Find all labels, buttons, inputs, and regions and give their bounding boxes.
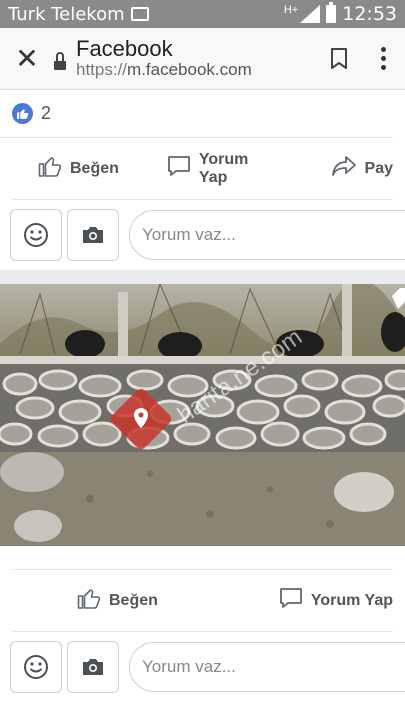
comment-button[interactable]: Yorum Yap (279, 587, 393, 614)
post-card: 2 Beğen Yorum Yap Pay Yorum vaz... (0, 90, 405, 270)
post-actions: Beğen Yorum Yap (12, 570, 393, 632)
comment-input[interactable]: Yorum vaz... (129, 210, 405, 260)
comment-input[interactable]: Yorum vaz... (129, 642, 405, 692)
bookmark-icon[interactable] (317, 47, 361, 70)
camera-icon (83, 659, 103, 675)
more-icon[interactable] (361, 47, 405, 70)
emoji-icon (24, 655, 48, 679)
emoji-button[interactable] (10, 209, 62, 261)
comment-icon (167, 155, 191, 182)
share-label: Pay (364, 159, 393, 177)
comment-label: Yorum Yap (198, 150, 249, 186)
share-button[interactable]: Pay (331, 155, 393, 182)
like-icon (76, 586, 101, 615)
url-host: m.facebook.com (127, 60, 252, 80)
comment-icon (279, 587, 303, 614)
battery-icon (326, 2, 337, 23)
carrier-name: Turk Telekom (8, 3, 125, 25)
camera-button[interactable] (67, 209, 119, 261)
comment-label: Yorum Yap (310, 591, 393, 609)
like-button[interactable]: Beğen (37, 154, 119, 183)
page-title: Facebook (76, 36, 173, 62)
emoji-icon (24, 223, 48, 247)
like-badge-icon (12, 103, 33, 124)
comment-composer: Yorum vaz... (0, 200, 405, 270)
status-bar: Turk Telekom H+ 12:53 (0, 0, 405, 28)
lock-icon (54, 51, 66, 70)
url-scheme: https:// (76, 60, 128, 80)
image-notification-icon (130, 7, 149, 21)
signal-icon (300, 5, 321, 23)
divider (12, 546, 393, 570)
url-display[interactable]: Facebook https://m.facebook.com (76, 36, 317, 80)
like-icon (37, 154, 62, 183)
reactions-summary[interactable]: 2 (0, 90, 393, 138)
camera-icon (83, 227, 103, 243)
post-photo[interactable]: harita.ne.com (0, 284, 405, 546)
like-label: Beğen (70, 159, 119, 177)
comment-composer: Yorum vaz... (0, 632, 405, 702)
like-count: 2 (41, 103, 52, 123)
share-icon (331, 155, 357, 182)
clock: 12:53 (342, 3, 397, 25)
like-label: Beğen (109, 591, 158, 609)
emoji-button[interactable] (10, 641, 62, 693)
browser-toolbar: ✕ Facebook https://m.facebook.com (0, 28, 405, 90)
stone-wall-photo: harita.ne.com (0, 284, 405, 546)
like-button[interactable]: Beğen (76, 586, 158, 615)
close-icon[interactable]: ✕ (0, 28, 54, 90)
post-card: Beğen Yorum Yap Yorum vaz... (0, 546, 405, 720)
network-type: H+ (283, 4, 299, 16)
comment-button[interactable]: Yorum Yap (167, 151, 271, 187)
url-address: https://m.facebook.com (76, 60, 317, 80)
post-actions: Beğen Yorum Yap Pay (12, 138, 393, 200)
camera-button[interactable] (67, 641, 119, 693)
